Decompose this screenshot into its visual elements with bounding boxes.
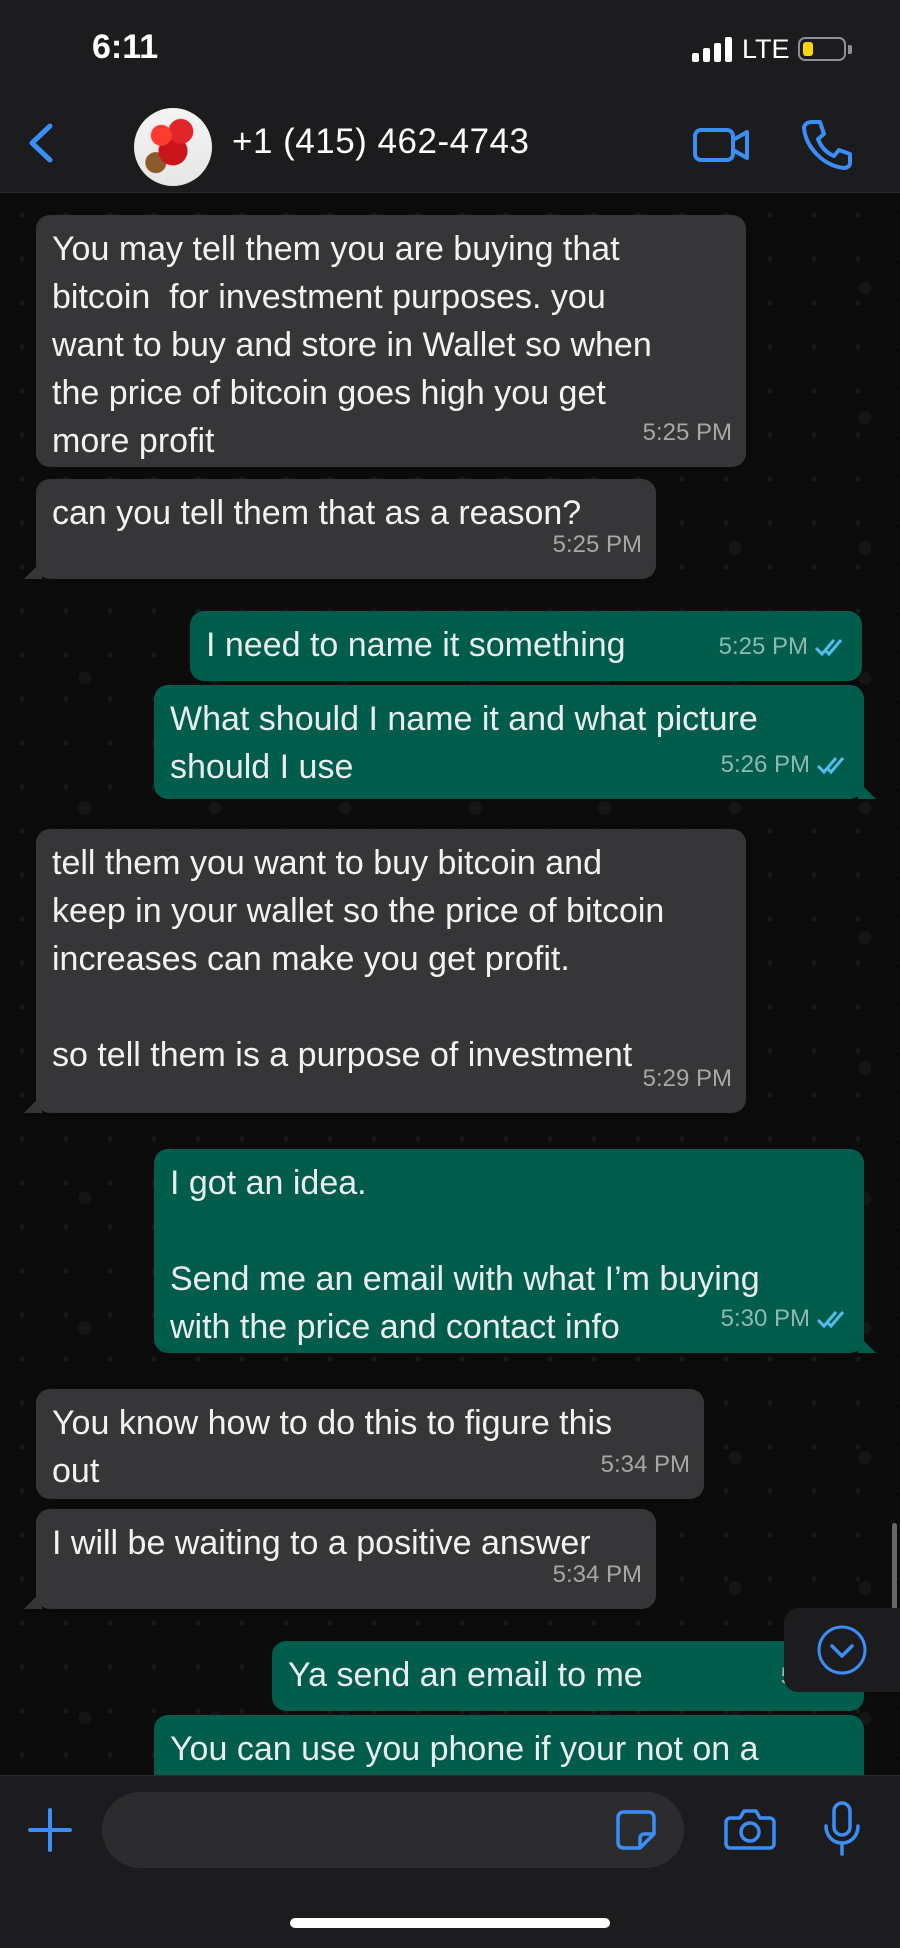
plus-icon [28, 1808, 72, 1852]
message-incoming[interactable]: You know how to do this to figure this o… [36, 1389, 704, 1499]
message-outgoing[interactable]: You can use you phone if your not on a [154, 1715, 864, 1775]
message-time: 5:25 PM [642, 419, 732, 446]
bubble-tail [24, 561, 42, 579]
message-text: You may tell them you are buying that bi… [52, 230, 652, 460]
back-icon [29, 123, 53, 163]
message-time: 5:29 PM [642, 1065, 732, 1092]
attach-button[interactable] [26, 1806, 74, 1854]
microphone-icon [824, 1801, 860, 1856]
message-outgoing[interactable]: Ya send an email to me 5:35 P [272, 1641, 864, 1711]
home-indicator[interactable] [290, 1918, 610, 1928]
message-outgoing[interactable]: What should I name it and what picture s… [154, 685, 876, 799]
avatar[interactable] [134, 108, 212, 186]
message-time: 5:34 PM [600, 1451, 690, 1478]
back-button[interactable] [22, 118, 62, 168]
message-text: tell them you want to buy bitcoin and ke… [52, 844, 665, 1074]
scroll-down-button[interactable] [784, 1608, 900, 1692]
bubble-tail [24, 1095, 42, 1113]
sticker-icon [616, 1810, 656, 1850]
message-time: 5:26 PM [720, 751, 810, 778]
video-call-button[interactable] [692, 120, 752, 170]
signal-strength-icon [692, 36, 734, 62]
voice-call-icon [802, 120, 852, 170]
network-type: LTE [742, 34, 790, 64]
message-input-bar [0, 1775, 900, 1948]
bubble-tail [24, 1591, 42, 1609]
message-incoming[interactable]: You may tell them you are buying that bi… [36, 215, 746, 467]
message-time: 5:30 PM [720, 1305, 810, 1332]
video-call-icon [693, 128, 749, 162]
battery-tip [848, 45, 852, 54]
message-input[interactable] [102, 1792, 684, 1868]
voice-message-button[interactable] [822, 1800, 862, 1858]
contact-name[interactable]: +1 (415) 462-4743 [232, 122, 529, 162]
scroll-down-icon [817, 1625, 867, 1675]
chat-header: +1 (415) 462-4743 [0, 100, 900, 193]
sticker-button[interactable] [614, 1808, 658, 1852]
message-incoming[interactable]: I will be waiting to a positive answer 5… [24, 1509, 656, 1609]
bubble-tail [858, 1335, 876, 1353]
message-time: 5:25 PM [718, 633, 808, 660]
status-time: 6:11 [92, 28, 159, 66]
camera-icon [724, 1809, 776, 1850]
status-bar: 6:11 LTE [0, 0, 900, 100]
voice-call-button[interactable] [800, 116, 852, 172]
camera-button[interactable] [724, 1806, 776, 1852]
read-receipt-icon [816, 1311, 845, 1329]
message-text: Ya send an email to me [288, 1656, 643, 1694]
message-outgoing[interactable]: I got an idea. Send me an email with wha… [154, 1149, 876, 1353]
bubble-tail [858, 781, 876, 799]
message-time: 5:34 PM [552, 1561, 642, 1588]
message-text: You know how to do this to figure this o… [52, 1404, 613, 1490]
message-time: 5:25 PM [552, 531, 642, 558]
message-outgoing[interactable]: I need to name it something 5:25 PM [190, 611, 862, 681]
message-incoming[interactable]: can you tell them that as a reason? 5:25… [24, 479, 656, 579]
read-receipt-icon [816, 757, 845, 775]
message-incoming[interactable]: tell them you want to buy bitcoin and ke… [24, 829, 746, 1113]
chat-area[interactable]: You may tell them you are buying that bi… [0, 193, 900, 1775]
battery-icon [798, 37, 846, 61]
message-text: You can use you phone if your not on a [170, 1730, 759, 1768]
read-receipt-icon [814, 639, 843, 657]
